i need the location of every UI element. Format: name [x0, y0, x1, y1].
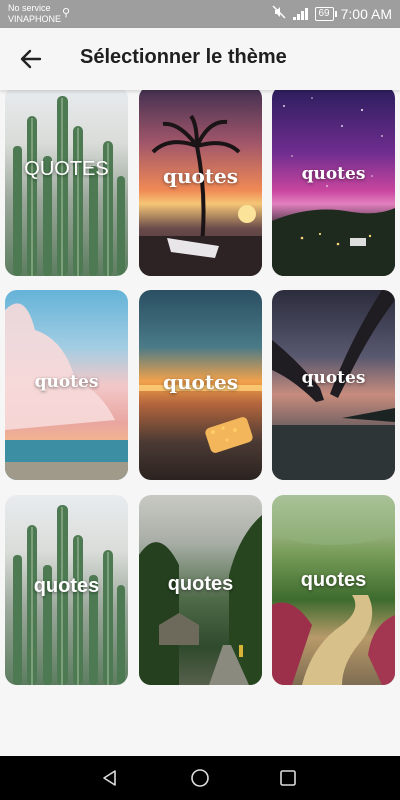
theme-grid: QUOTES quotes quotes quotes quotes quote…	[0, 90, 400, 690]
theme-card-forest-path[interactable]: quotes	[139, 495, 262, 685]
nav-back-button[interactable]	[80, 756, 140, 800]
theme-card-label: quotes	[301, 164, 366, 184]
battery-icon: 69	[314, 6, 337, 21]
theme-card-label: quotes	[300, 569, 367, 591]
theme-card-bottle-lights[interactable]: quotes	[139, 290, 262, 480]
square-recents-icon	[280, 770, 296, 786]
signal-icon	[292, 7, 308, 20]
status-bar: No service VINAPHONE ⚲ 69 7:00 AM	[0, 0, 400, 28]
triangle-back-icon	[103, 770, 116, 786]
clock: 7:00 AM	[340, 5, 392, 22]
theme-card-galaxy[interactable]: quotes	[272, 90, 395, 276]
app-bar: Sélectionner le thème	[0, 28, 400, 90]
theme-card-label: quotes	[33, 575, 100, 597]
page-title: Sélectionner le thème	[80, 46, 287, 68]
theme-card-label: QUOTES	[24, 158, 109, 180]
theme-card-cactus-2[interactable]: quotes	[5, 495, 128, 685]
theme-card-label: quotes	[34, 372, 99, 392]
circle-home-icon	[191, 769, 209, 787]
cactus-image	[13, 96, 125, 276]
theme-card-palm-sunset[interactable]: quotes	[139, 90, 262, 276]
carrier-name: VINAPHONE	[8, 14, 62, 24]
mute-icon	[272, 5, 286, 22]
carrier-info: No service VINAPHONE	[8, 3, 61, 25]
usb-icon: ⚲	[62, 7, 71, 19]
theme-card-holding-hands[interactable]: quotes	[272, 290, 395, 480]
theme-card-garden-path[interactable]: quotes	[272, 495, 395, 685]
theme-card-label: quotes	[301, 368, 366, 388]
back-button[interactable]	[14, 43, 48, 75]
nav-home-button[interactable]	[170, 756, 230, 800]
theme-card-cactus[interactable]: QUOTES	[5, 90, 128, 276]
theme-card-label: quotes	[162, 164, 239, 188]
nav-recents-button[interactable]	[258, 756, 318, 800]
arrow-left-icon	[20, 49, 42, 69]
theme-card-label: quotes	[162, 370, 239, 394]
carrier-status: No service	[8, 3, 51, 13]
theme-card-label: quotes	[167, 573, 234, 595]
theme-card-pink-clouds[interactable]: quotes	[5, 290, 128, 480]
navigation-bar	[0, 756, 400, 800]
bottom-spacer	[0, 690, 400, 756]
